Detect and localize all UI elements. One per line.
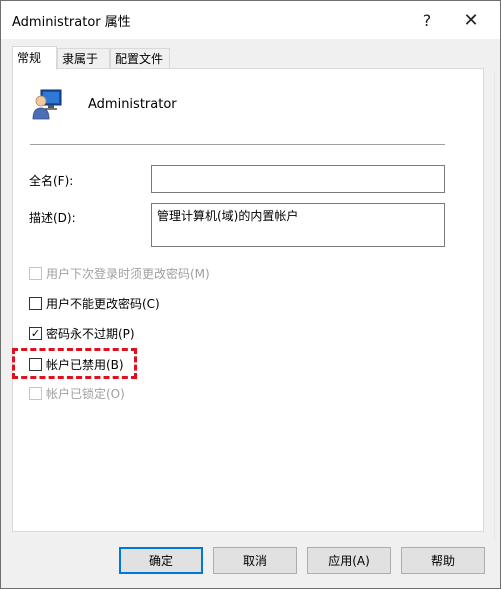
help-title-button[interactable]: ? (407, 6, 447, 34)
user-name: Administrator (88, 97, 177, 112)
description-input[interactable]: 管理计算机(域)的内置帐户 (152, 204, 444, 246)
checkbox-label: 用户不能更改密码(C) (46, 296, 160, 311)
checkbox-label: 密码永不过期(P) (46, 326, 135, 341)
tab-profile[interactable]: 配置文件 (110, 48, 170, 68)
user-monitor-icon (32, 89, 62, 120)
checkbox-box[interactable] (29, 386, 42, 400)
check-icon: ✓ (30, 326, 41, 340)
close-button[interactable]: ✕ (451, 6, 491, 34)
checkbox-box[interactable] (29, 296, 42, 310)
help-button[interactable]: 帮助 (401, 547, 485, 574)
fullname-field[interactable] (151, 165, 445, 193)
cannot-change-password-checkbox[interactable]: 用户不能更改密码(C) (29, 295, 160, 311)
general-tab-panel: Administrator 全名(F): 描述(D): 管理计算机(域)的内置帐… (12, 68, 484, 532)
checkbox-label: 用户下次登录时须更改密码(M) (46, 266, 210, 281)
fullname-input[interactable] (152, 166, 444, 192)
cancel-button[interactable]: 取消 (213, 547, 297, 574)
description-field[interactable]: 管理计算机(域)的内置帐户 (151, 203, 445, 247)
highlight-annotation (12, 348, 137, 379)
apply-button[interactable]: 应用(A) (307, 547, 391, 574)
password-never-expires-checkbox[interactable]: ✓ 密码永不过期(P) (29, 325, 135, 341)
edge-line (494, 71, 495, 541)
description-label: 描述(D): (29, 211, 76, 225)
checkbox-box[interactable]: ✓ (29, 326, 42, 340)
question-icon: ? (422, 10, 432, 30)
separator (30, 144, 445, 145)
account-locked-checkbox[interactable]: 帐户已锁定(O) (29, 385, 125, 401)
properties-dialog: Administrator 属性 ? ✕ 常规 隶属于 配置文件 Adminis… (0, 0, 501, 589)
tab-member-of[interactable]: 隶属于 (57, 48, 110, 68)
window-title: Administrator 属性 (12, 15, 131, 30)
tab-general[interactable]: 常规 (12, 46, 57, 70)
close-icon: ✕ (463, 9, 479, 31)
checkbox-box[interactable] (29, 266, 42, 280)
title-bar: Administrator 属性 ? ✕ (1, 1, 500, 39)
fullname-label: 全名(F): (29, 174, 74, 188)
ok-button[interactable]: 确定 (119, 547, 203, 574)
checkbox-label: 帐户已锁定(O) (46, 386, 125, 401)
must-change-password-checkbox[interactable]: 用户下次登录时须更改密码(M) (29, 265, 210, 281)
